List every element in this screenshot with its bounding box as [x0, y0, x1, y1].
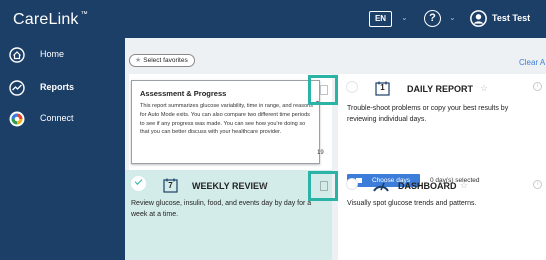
- assessment-count: 19: [317, 150, 324, 156]
- document-icon[interactable]: [320, 85, 328, 95]
- dashboard-description: Visually spot glucose trends and pattern…: [347, 200, 477, 207]
- gauge-icon: [373, 182, 389, 192]
- sidebar: Home Reports Connect: [0, 38, 125, 260]
- sidebar-item-connect[interactable]: Connect: [0, 108, 125, 130]
- document-icon[interactable]: [320, 181, 328, 191]
- star-icon: ★: [135, 57, 142, 64]
- highlight-box: [308, 75, 338, 105]
- reports-icon: [9, 80, 25, 96]
- clear-all-link[interactable]: Clear A: [519, 58, 545, 67]
- sidebar-item-label: Reports: [40, 82, 75, 92]
- top-bar: CareLink ™ EN ⌄ ? ⌄ Test Test: [0, 0, 546, 38]
- sidebar-item-home[interactable]: Home: [0, 44, 125, 66]
- connect-icon: [9, 111, 25, 127]
- selected-check-icon[interactable]: [131, 176, 146, 191]
- sidebar-item-reports[interactable]: Reports: [0, 77, 125, 99]
- logo-trademark: ™: [80, 11, 88, 18]
- sidebar-item-label: Home: [40, 49, 65, 59]
- tooltip-title: Assessment & Progress: [140, 89, 227, 98]
- tooltip-body: This report summarizes glucose variabili…: [140, 103, 314, 136]
- home-icon: [9, 47, 25, 63]
- info-icon[interactable]: i: [533, 180, 542, 189]
- favorite-star-icon[interactable]: ☆: [259, 180, 267, 191]
- calendar-number: 7: [168, 181, 173, 190]
- favorite-star-icon[interactable]: ☆: [480, 83, 488, 94]
- help-icon[interactable]: ?: [424, 10, 441, 27]
- chevron-down-icon[interactable]: ⌄: [449, 14, 457, 22]
- daily-report-title: DAILY REPORT: [407, 84, 474, 94]
- select-favorites-button[interactable]: ★ Select favorites: [129, 54, 195, 67]
- sidebar-item-label: Connect: [40, 113, 74, 123]
- select-radio[interactable]: [346, 178, 358, 190]
- assessment-tooltip: Assessment & Progress This report summar…: [131, 80, 320, 164]
- carelink-logo[interactable]: CareLink ™: [13, 11, 88, 29]
- info-icon[interactable]: i: [533, 82, 542, 91]
- select-radio[interactable]: [346, 81, 358, 93]
- chevron-down-icon[interactable]: ⌄: [401, 14, 409, 22]
- calendar-number: 1: [380, 83, 385, 92]
- daily-report-description: Trouble-shoot problems or copy your best…: [347, 105, 509, 123]
- user-avatar-icon[interactable]: [470, 10, 487, 27]
- weekly-review-title: WEEKLY REVIEW: [192, 181, 268, 191]
- user-name[interactable]: Test Test: [492, 13, 530, 23]
- logo-text: CareLink: [13, 11, 79, 28]
- favorite-star-icon[interactable]: ☆: [460, 180, 468, 191]
- weekly-review-description: Review glucose, insulin, food, and event…: [131, 200, 312, 218]
- select-favorites-label: Select favorites: [143, 57, 188, 64]
- language-select[interactable]: EN: [369, 11, 392, 27]
- dashboard-title: DASHBOARD: [398, 181, 457, 191]
- highlight-box: [308, 171, 338, 201]
